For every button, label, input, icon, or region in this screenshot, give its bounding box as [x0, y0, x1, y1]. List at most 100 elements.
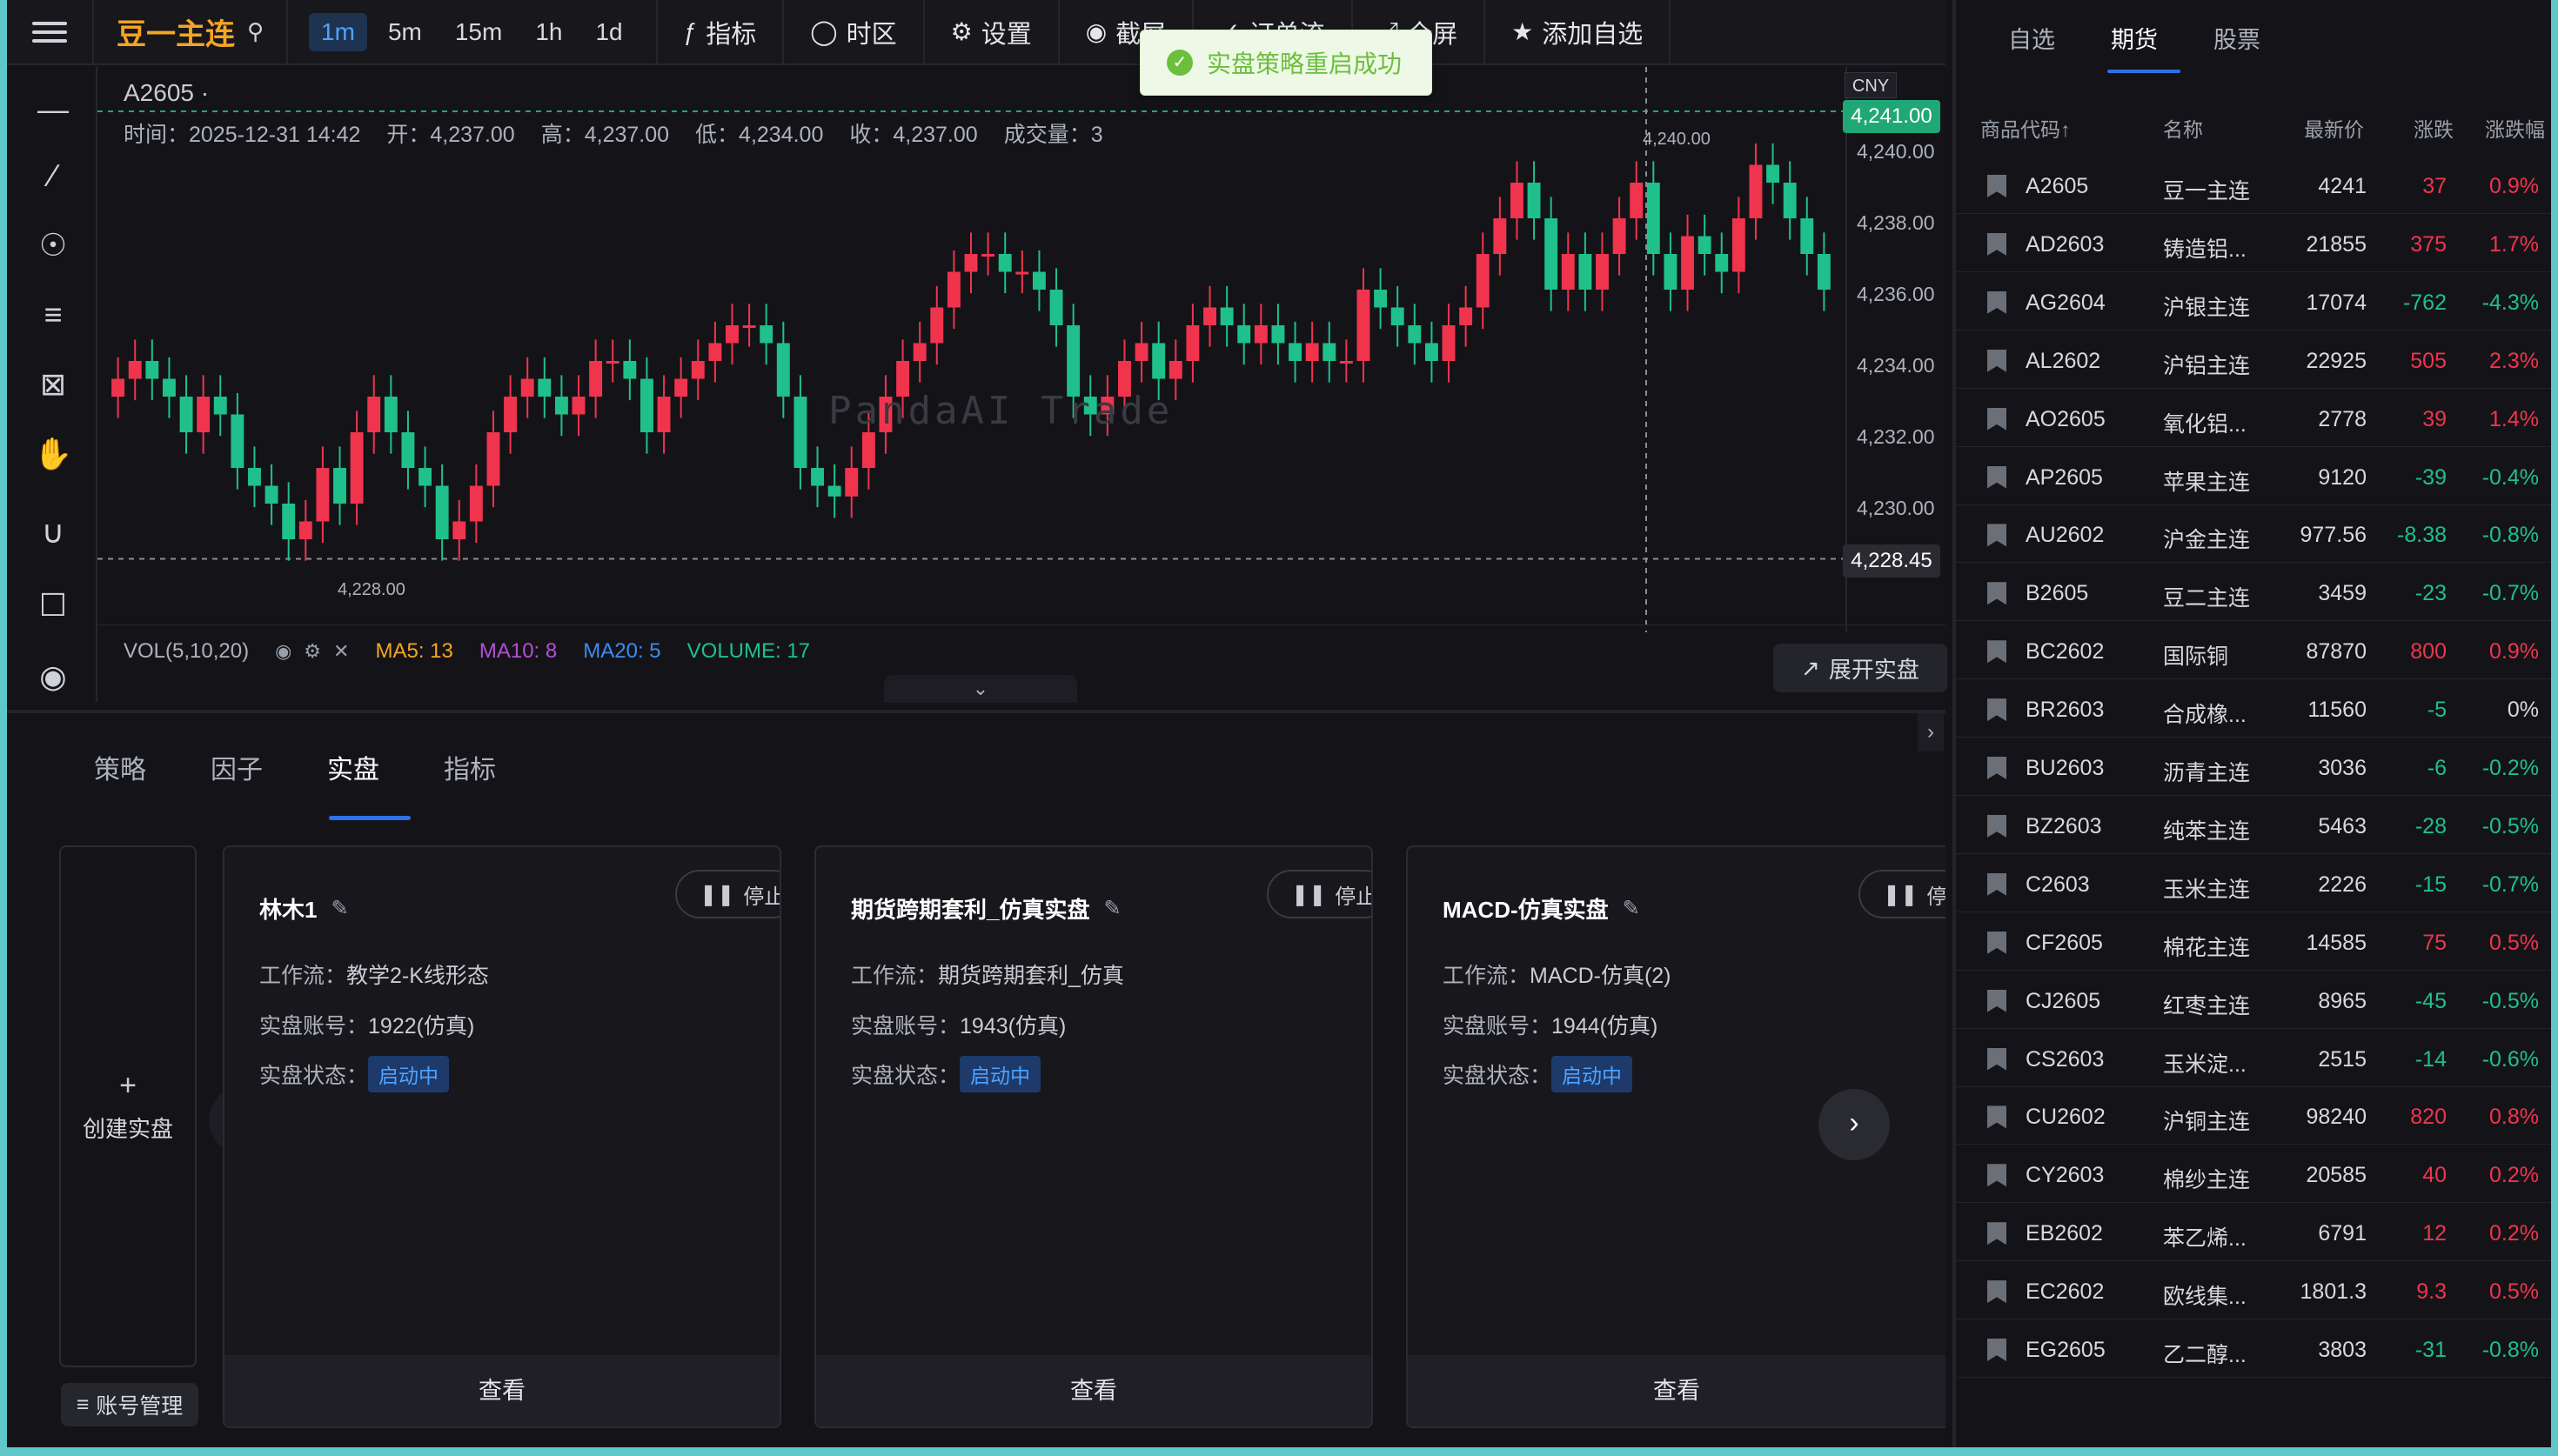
bookmark-icon[interactable]: [1987, 640, 2006, 664]
candle: [486, 411, 500, 508]
watchlist-row[interactable]: AP2605 苹果主连 9120 -39 -0.4%: [1956, 448, 2551, 505]
row-price: 8965: [2318, 988, 2367, 1013]
tab-favorites[interactable]: 自选: [2008, 21, 2055, 55]
bookmark-icon[interactable]: [1987, 872, 2006, 896]
bookmark-icon[interactable]: [1987, 1047, 2006, 1071]
tab-stocks[interactable]: 股票: [2213, 21, 2260, 55]
symbol-name[interactable]: 豆一主连: [117, 10, 235, 53]
magnet-icon[interactable]: ∪: [33, 512, 73, 552]
candle: [1476, 232, 1490, 330]
watchlist-row[interactable]: B2605 豆二主连 3459 -23 -0.7%: [1956, 564, 2551, 622]
watchlist-row[interactable]: CY2603 棉纱主连 20585 40 0.2%: [1956, 1145, 2551, 1204]
expand-live-button[interactable]: ↗ 展开实盘: [1773, 644, 1947, 692]
watchlist-row[interactable]: A2605 豆一主连 4241 37 0.9%: [1956, 157, 2551, 214]
indicator-button[interactable]: ƒ 指标: [658, 0, 785, 64]
unlock-icon[interactable]: ☐: [33, 585, 73, 625]
watchlist-row[interactable]: AL2602 沪铝主连 22925 505 2.3%: [1956, 331, 2551, 389]
tab-futures[interactable]: 期货: [2111, 21, 2158, 55]
circle-tool-icon[interactable]: ☉: [33, 225, 73, 265]
chevron-down-icon[interactable]: ⌄: [884, 675, 1077, 703]
eye-off-icon[interactable]: ◉: [275, 640, 291, 663]
watchlist-row[interactable]: AU2602 沪金主连 977.56 -8.38 -0.8%: [1956, 505, 2551, 564]
tab-strategy[interactable]: 策略: [94, 748, 146, 786]
edit-icon[interactable]: ✎: [1623, 896, 1640, 921]
hand-tool-icon[interactable]: ✋: [33, 434, 73, 474]
create-live-card[interactable]: + 创建实盘: [59, 845, 197, 1367]
bookmark-icon[interactable]: [1987, 1164, 2006, 1187]
symbol-selector[interactable]: 豆一主连 ⚲: [94, 0, 289, 64]
interval-1d[interactable]: 1d: [583, 13, 634, 51]
horizontal-line-tool-icon[interactable]: —: [33, 90, 73, 130]
watchlist-row[interactable]: CS2603 玉米淀... 2515 -14 -0.6%: [1956, 1030, 2551, 1087]
bookmark-icon[interactable]: [1987, 989, 2006, 1012]
bookmark-icon[interactable]: [1987, 931, 2006, 954]
edit-icon[interactable]: ✎: [1103, 896, 1121, 921]
watchlist-row[interactable]: C2603 玉米主连 2226 -15 -0.7%: [1956, 855, 2551, 912]
view-button[interactable]: 查看: [816, 1355, 1371, 1426]
watchlist-row[interactable]: EB2602 苯乙烯... 6791 12 0.2%: [1956, 1204, 2551, 1262]
watchlist-row[interactable]: AD2603 铸造铝... 21855 375 1.7%: [1956, 215, 2551, 272]
bookmark-icon[interactable]: [1987, 1222, 2006, 1246]
status-label: 实盘状态：: [259, 1064, 369, 1088]
watchlist-row[interactable]: EG2605 乙二醇... 3803 -31 -0.8%: [1956, 1320, 2551, 1378]
eye-icon[interactable]: ◉: [33, 657, 73, 697]
account-management-button[interactable]: ≡ 账号管理: [61, 1383, 198, 1426]
account-row: 实盘账号：1944(仿真): [1443, 1009, 1657, 1040]
watchlist-row[interactable]: AO2605 氧化铝... 2778 39 1.4%: [1956, 390, 2551, 447]
settings-button[interactable]: ⚙ 设置: [925, 0, 1060, 64]
bookmark-icon[interactable]: [1987, 698, 2006, 722]
trend-line-tool-icon[interactable]: ∕: [33, 156, 73, 196]
header-change-pct[interactable]: 涨跌幅: [2485, 113, 2545, 143]
interval-15m[interactable]: 15m: [443, 13, 514, 51]
interval-5m[interactable]: 5m: [376, 13, 434, 51]
watchlist-row[interactable]: AG2604 沪银主连 17074 -762 -4.3%: [1956, 273, 2551, 331]
tab-live[interactable]: 实盘: [327, 748, 379, 786]
stop-button[interactable]: ❚❚ 停止: [1267, 870, 1371, 918]
close-icon[interactable]: ✕: [333, 640, 349, 663]
watchlist-row[interactable]: BZ2603 纯苯主连 5463 -28 -0.5%: [1956, 797, 2551, 854]
chevron-right-icon[interactable]: ›: [1918, 713, 1944, 751]
bookmark-icon[interactable]: [1987, 465, 2006, 489]
bookmark-icon[interactable]: [1987, 232, 2006, 256]
tab-factor[interactable]: 因子: [211, 748, 263, 786]
bookmark-icon[interactable]: [1987, 407, 2006, 431]
stop-button[interactable]: ❚❚ 停止: [1858, 870, 1945, 918]
header-code[interactable]: 商品代码↑: [1980, 113, 2071, 143]
menu-icon[interactable]: [7, 0, 94, 64]
interval-1m[interactable]: 1m: [309, 12, 367, 51]
bookmark-icon[interactable]: [1987, 582, 2006, 605]
pattern-tool-icon[interactable]: ⊠: [33, 364, 73, 404]
fib-lines-tool-icon[interactable]: ≡: [33, 295, 73, 335]
header-change[interactable]: 涨跌: [2414, 113, 2454, 143]
bookmark-icon[interactable]: [1987, 757, 2006, 779]
view-button[interactable]: 查看: [224, 1355, 780, 1426]
bookmark-icon[interactable]: [1987, 524, 2006, 547]
bookmark-icon[interactable]: [1987, 291, 2006, 314]
header-price[interactable]: 最新价: [2304, 113, 2364, 143]
timezone-button[interactable]: ◯ 时区: [784, 0, 925, 64]
gear-icon[interactable]: ⚙: [304, 640, 321, 663]
watchlist-row[interactable]: BR2603 合成橡... 11560 -5 0%: [1956, 680, 2551, 738]
candlestick-chart[interactable]: A2605 · 时间：2025-12-31 14:42 开：4,237.00 高…: [97, 67, 1945, 702]
add-watchlist-button[interactable]: ★ 添加自选: [1485, 0, 1671, 64]
search-icon[interactable]: ⚲: [247, 18, 264, 45]
bookmark-icon[interactable]: [1987, 1280, 2006, 1304]
watchlist-row[interactable]: BC2602 国际铜 87870 800 0.9%: [1956, 622, 2551, 680]
watchlist-row[interactable]: BU2603 沥青主连 3036 -6 -0.2%: [1956, 738, 2551, 796]
header-name[interactable]: 名称: [2163, 113, 2203, 143]
interval-1h[interactable]: 1h: [523, 13, 574, 51]
watchlist-row[interactable]: CF2605 棉花主连 14585 75 0.5%: [1956, 913, 2551, 971]
watchlist-row[interactable]: CJ2605 红枣主连 8965 -45 -0.5%: [1956, 972, 2551, 1029]
view-button[interactable]: 查看: [1408, 1355, 1945, 1426]
chevron-right-icon[interactable]: ›: [1818, 1089, 1890, 1160]
bookmark-icon[interactable]: [1987, 1105, 2006, 1129]
edit-icon[interactable]: ✎: [331, 896, 348, 921]
watchlist-row[interactable]: CU2602 沪铜主连 98240 820 0.8%: [1956, 1087, 2551, 1145]
tab-indicator[interactable]: 指标: [444, 748, 496, 786]
watchlist-row[interactable]: EC2602 欧线集... 1801.3 9.3 0.5%: [1956, 1262, 2551, 1320]
bookmark-icon[interactable]: [1987, 814, 2006, 838]
bookmark-icon[interactable]: [1987, 1339, 2006, 1361]
stop-button[interactable]: ❚❚ 停止: [675, 870, 780, 918]
bookmark-icon[interactable]: [1987, 349, 2006, 372]
bookmark-icon[interactable]: [1987, 175, 2006, 197]
